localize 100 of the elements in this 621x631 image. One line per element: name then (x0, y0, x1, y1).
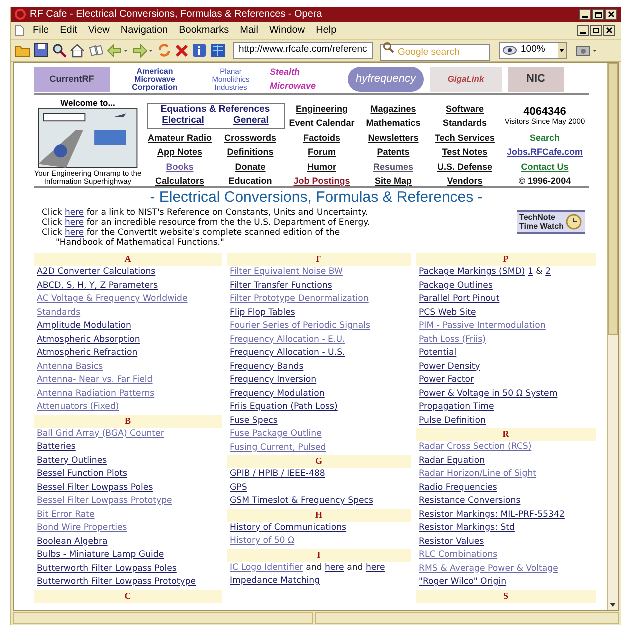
reference-link[interactable]: Bit Error Rate (34, 508, 222, 522)
nav-link[interactable]: Donate (235, 160, 266, 174)
reference-link[interactable]: Resistor Markings: Std (416, 522, 596, 536)
reference-link[interactable]: History of Communications (227, 522, 411, 535)
maximize-button[interactable] (592, 9, 604, 20)
reference-link[interactable]: Filter Equivalent Noise BW (227, 266, 411, 280)
reference-link[interactable]: Resistance Conversions (416, 495, 596, 508)
reference-link[interactable]: Frequency Modulation (227, 388, 411, 401)
close-button[interactable] (603, 25, 615, 36)
reference-link[interactable]: PIM - Passive Intermodulation (416, 320, 596, 334)
sponsor-logo[interactable]: NIC (508, 67, 564, 92)
nav-link[interactable]: Software (446, 102, 484, 116)
nav-link[interactable]: Newsletters (368, 132, 419, 145)
reference-link[interactable]: Filter Transfer Functions (227, 280, 411, 293)
reference-link[interactable]: Impedance Matching (227, 575, 411, 588)
reference-link[interactable]: Power & Voltage in 50 Ω System (416, 388, 596, 401)
reference-link[interactable]: Radar Cross Section (RCS) (416, 441, 596, 454)
reference-link[interactable]: Path Loss (Friis) (416, 334, 596, 347)
nav-link[interactable]: Job Postings (294, 175, 350, 188)
minimize-button[interactable] (579, 9, 591, 20)
menu-item[interactable]: View (88, 23, 110, 38)
minimize-button[interactable] (577, 25, 589, 36)
reference-link[interactable]: Antenna Basics (34, 360, 222, 374)
sponsor-logo[interactable]: American Microwave Corporation (116, 67, 194, 92)
stop-icon[interactable] (175, 44, 189, 58)
nav-link[interactable]: Amateur Radio (148, 132, 212, 145)
reference-link[interactable]: Antenna- Near vs. Far Field (34, 374, 222, 388)
nav-link[interactable]: Humor (308, 160, 336, 174)
nav-link[interactable]: Factoids (303, 132, 340, 145)
sponsor-logo[interactable]: CurrentRF (34, 67, 110, 92)
menu-item[interactable]: Mail (240, 23, 258, 38)
menu-item[interactable]: Bookmarks (179, 23, 230, 38)
here-link[interactable]: here (64, 228, 84, 238)
reference-link[interactable]: Radar Horizon/Line of Sight (416, 468, 596, 482)
reference-link[interactable]: Power Factor (416, 374, 596, 388)
nav-link[interactable]: Standards (442, 117, 487, 130)
nav-link[interactable]: Crosswords (224, 132, 276, 145)
forward-icon[interactable] (132, 44, 154, 58)
reference-link[interactable]: Resistor Values (416, 536, 596, 549)
camera-icon[interactable] (576, 44, 598, 56)
reference-link[interactable]: 1 (528, 267, 534, 277)
reference-link[interactable]: Attenuators (Fixed) (34, 401, 222, 414)
reference-link[interactable]: Bond Wire Properties (34, 522, 222, 536)
nav-link[interactable]: General (234, 115, 269, 126)
nav-link[interactable]: Mathematics (366, 117, 421, 130)
reference-link[interactable]: A2D Converter Calculations (34, 266, 222, 280)
reference-link[interactable]: Amplitude Modulation (34, 320, 222, 334)
reference-link[interactable]: Batteries (34, 441, 222, 454)
nav-link[interactable]: Calculators (155, 175, 205, 188)
nav-link[interactable]: Vendors (447, 175, 483, 188)
reference-link[interactable]: RLC Combinations (416, 549, 596, 562)
nav-link[interactable]: Search (530, 132, 560, 145)
reference-link[interactable]: here (324, 562, 344, 572)
reference-link[interactable]: Frequency Allocation - U.S. (227, 347, 411, 360)
reference-link[interactable]: Propagation Time (416, 401, 596, 414)
reference-link[interactable]: GPS (227, 482, 411, 495)
reference-link[interactable]: Radio Frequencies (416, 482, 596, 495)
reference-link[interactable]: Frequency Bands (227, 360, 411, 374)
scroll-thumb[interactable] (608, 63, 618, 335)
reference-link[interactable]: Atmospheric Absorption (34, 334, 222, 347)
here-link[interactable]: here (64, 208, 84, 218)
reference-link[interactable]: Bessel Filter Lowpass Prototype (34, 495, 222, 508)
reference-link[interactable]: GPIB / HPIB / IEEE-488 (227, 468, 411, 482)
nav-link[interactable]: U.S. Defense (437, 160, 493, 174)
home-icon[interactable] (70, 43, 85, 58)
search-field[interactable]: Google search (380, 44, 490, 60)
reference-link[interactable]: Resistor Markings: MIL-PRF-55342 (416, 508, 596, 522)
reference-link[interactable]: IC Logo Identifier (230, 562, 304, 572)
reference-link[interactable]: Ball Grid Array (BGA) Counter (34, 428, 222, 441)
reference-link[interactable]: History of 50 Ω (227, 535, 411, 548)
technote-time-watch-badge[interactable]: TechNote Time Watch (516, 210, 585, 234)
info-icon[interactable] (192, 43, 207, 58)
nav-link[interactable]: Test Notes (442, 146, 488, 160)
reference-link[interactable]: Battery Outlines (34, 454, 222, 468)
reference-link[interactable]: Frequency Allocation - E.U. (227, 334, 411, 347)
reference-link[interactable]: Butterworth Filter Lowpass Poles (34, 562, 222, 576)
reference-link[interactable]: "Roger Wilco" Origin (416, 576, 596, 590)
menu-item[interactable]: File (33, 23, 50, 38)
nav-link[interactable]: App Notes (158, 146, 202, 160)
reference-link[interactable]: Parallel Port Pinout (416, 293, 596, 306)
restore-button[interactable] (590, 25, 602, 36)
reference-link[interactable]: Flip Flop Tables (227, 306, 411, 320)
menu-item[interactable]: Navigation (120, 23, 168, 38)
nav-link[interactable]: Engineering (296, 102, 348, 116)
reference-link[interactable]: Fourier Series of Periodic Signals (227, 320, 411, 334)
nav-link[interactable]: Contact Us (521, 160, 569, 174)
reference-link[interactable]: Frequency Inversion (227, 374, 411, 388)
dropdown-icon[interactable] (558, 43, 566, 58)
back-icon[interactable] (107, 44, 129, 58)
reference-link[interactable]: here (366, 562, 386, 572)
menu-item[interactable]: Window (269, 23, 306, 38)
pages-icon[interactable] (88, 44, 104, 58)
reference-link[interactable]: Bessel Filter Lowpass Poles (34, 482, 222, 495)
nav-link[interactable]: Resumes (373, 160, 414, 174)
reference-link[interactable]: Bulbs - Miniature Lamp Guide (34, 549, 222, 562)
reference-link[interactable]: Potential (416, 347, 596, 360)
reference-link[interactable]: PCS Web Site (416, 306, 596, 320)
nav-link[interactable]: © 1996-2004 (518, 175, 572, 188)
reference-link[interactable]: Fuse Package Outline (227, 428, 411, 442)
reference-link[interactable]: Radar Equation (416, 454, 596, 468)
